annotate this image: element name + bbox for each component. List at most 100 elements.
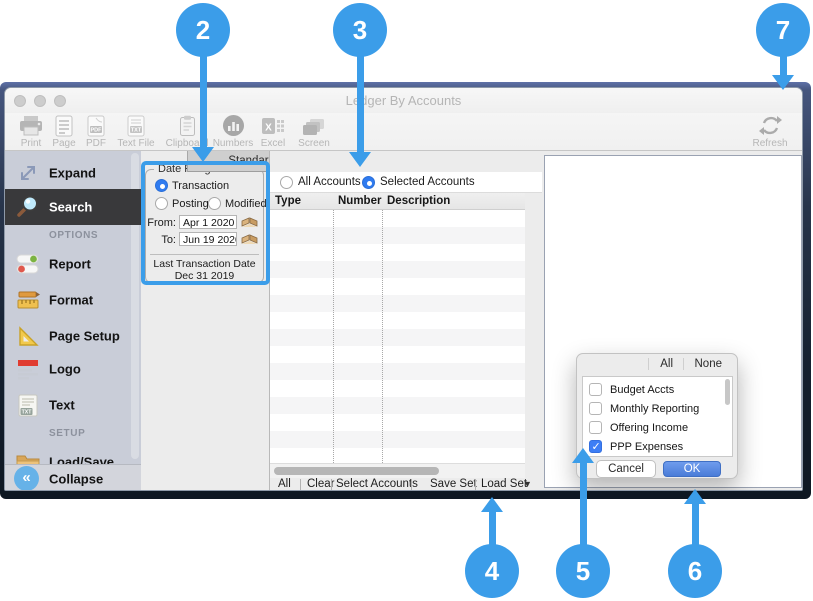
callout-4-arrow bbox=[481, 497, 503, 512]
svg-text:TXT: TXT bbox=[22, 409, 33, 415]
refresh-icon bbox=[757, 114, 784, 137]
table-scroll-gutter bbox=[525, 193, 543, 463]
highlight-box-date-range bbox=[141, 161, 270, 285]
print-icon bbox=[18, 114, 44, 137]
sidebar-item-page-setup[interactable]: Page Setup bbox=[5, 319, 141, 353]
callout-3-circle: 3 bbox=[333, 3, 387, 57]
radio-all-accounts[interactable] bbox=[280, 176, 293, 189]
list-item-budget-accts[interactable]: Budget Accts bbox=[589, 380, 674, 399]
select-accounts-button[interactable]: Select Accounts bbox=[336, 478, 418, 490]
callout-7-line bbox=[780, 55, 787, 76]
dialog-scrollbar-thumb[interactable] bbox=[725, 379, 730, 405]
window-title: Ledger By Accounts bbox=[5, 93, 802, 108]
sidebar-item-logo[interactable]: Logo bbox=[5, 352, 141, 386]
svg-text:X: X bbox=[265, 122, 272, 133]
ok-button[interactable]: OK bbox=[663, 461, 721, 477]
table-header: Type Number Description bbox=[270, 193, 525, 210]
column-type[interactable]: Type bbox=[275, 195, 301, 207]
screenshot: Ledger By Accounts Print Page PDF bbox=[0, 0, 813, 601]
sidebar-item-expand[interactable]: Expand bbox=[5, 156, 141, 190]
list-item-monthly-reporting[interactable]: Monthly Reporting bbox=[589, 399, 699, 418]
callout-6-circle: 6 bbox=[668, 544, 722, 598]
page-icon bbox=[55, 114, 73, 137]
callout-6-line bbox=[692, 503, 699, 546]
print-button[interactable]: Print bbox=[15, 114, 47, 150]
app-window: Ledger By Accounts Print Page PDF bbox=[4, 87, 803, 491]
column-description[interactable]: Description bbox=[387, 195, 450, 207]
collapse-icon: « bbox=[14, 466, 39, 491]
toolbar: Print Page PDF PDF TXT Text File bbox=[5, 113, 802, 151]
checkbox-budget-accts[interactable] bbox=[589, 383, 602, 396]
numbers-button[interactable]: Numbers bbox=[209, 114, 257, 150]
select-none-button[interactable]: None bbox=[683, 358, 734, 370]
text-file-button[interactable]: TXT Text File bbox=[113, 114, 159, 150]
column-divider bbox=[382, 210, 383, 463]
excel-button[interactable]: X Excel bbox=[255, 114, 291, 150]
callout-5-circle: 5 bbox=[556, 544, 610, 598]
callout-6-arrow bbox=[684, 489, 706, 504]
dialog-top-bar: All None bbox=[577, 354, 737, 376]
screen-icon bbox=[302, 114, 326, 137]
sidebar-item-report[interactable]: Report bbox=[5, 247, 141, 281]
load-set-button[interactable]: Load Set bbox=[481, 478, 527, 490]
callout-7-arrow bbox=[772, 75, 794, 90]
sidebar-item-search[interactable]: Search bbox=[5, 189, 141, 225]
callout-7-circle: 7 bbox=[756, 3, 810, 57]
excel-icon: X bbox=[261, 114, 285, 137]
callout-4-circle: 4 bbox=[465, 544, 519, 598]
sidebar-item-format[interactable]: Format bbox=[5, 283, 141, 317]
svg-text:TXT: TXT bbox=[131, 127, 142, 133]
callout-3-line bbox=[357, 55, 364, 153]
svg-text:PDF: PDF bbox=[91, 127, 103, 133]
list-item-offering-income[interactable]: Offering Income bbox=[589, 418, 688, 437]
list-item-ppp-expenses[interactable]: PPP Expenses bbox=[589, 437, 683, 456]
save-set-button[interactable]: Save Set bbox=[430, 478, 477, 490]
expand-icon bbox=[13, 156, 43, 190]
pdf-icon: PDF bbox=[87, 114, 105, 137]
account-checkbox-list: Budget Accts Monthly Reporting Offering … bbox=[582, 376, 733, 457]
callout-3-arrow bbox=[349, 152, 371, 167]
load-set-dropdown-arrow[interactable]: ▼ bbox=[523, 479, 532, 489]
desktop-wallpaper: Ledger By Accounts Print Page PDF bbox=[0, 82, 811, 499]
select-all-button[interactable]: All bbox=[648, 358, 684, 370]
collapse-bar[interactable]: « Collapse bbox=[5, 464, 141, 491]
radio-selected-accounts[interactable] bbox=[362, 176, 375, 189]
logo-icon bbox=[13, 352, 43, 386]
callout-2-circle: 2 bbox=[176, 3, 230, 57]
column-divider bbox=[333, 210, 334, 463]
report-icon bbox=[13, 247, 43, 281]
sidebar-section-options: OPTIONS bbox=[49, 230, 98, 241]
callout-2-arrow bbox=[192, 147, 214, 162]
accounts-table: All Accounts Selected Accounts Type Numb… bbox=[269, 151, 542, 491]
callout-5-line bbox=[580, 462, 587, 546]
sidebar-item-text[interactable]: TXT Text bbox=[5, 388, 141, 422]
sidebar-section-setup: SETUP bbox=[49, 428, 85, 439]
page-button[interactable]: Page bbox=[49, 114, 79, 150]
cancel-button[interactable]: Cancel bbox=[596, 460, 656, 478]
table-action-bar: All Clear Select Accounts Save Set Load … bbox=[270, 478, 543, 491]
account-filter-row: All Accounts Selected Accounts bbox=[270, 172, 543, 193]
table-body[interactable] bbox=[270, 210, 525, 463]
clipboard-icon bbox=[179, 114, 196, 137]
checkbox-offering-income[interactable] bbox=[589, 421, 602, 434]
pdf-button[interactable]: PDF PDF bbox=[81, 114, 111, 150]
checkbox-monthly-reporting[interactable] bbox=[589, 402, 602, 415]
callout-4-line bbox=[489, 511, 496, 546]
all-button[interactable]: All bbox=[278, 478, 291, 490]
page-setup-icon bbox=[13, 319, 43, 353]
text-file-icon: TXT bbox=[127, 114, 145, 137]
horizontal-scrollbar[interactable] bbox=[270, 463, 525, 478]
search-icon bbox=[13, 189, 43, 223]
numbers-icon bbox=[222, 114, 245, 137]
callout-5-arrow bbox=[572, 448, 594, 463]
screen-button[interactable]: Screen bbox=[293, 114, 335, 150]
format-icon bbox=[13, 283, 43, 317]
callout-2-line bbox=[200, 55, 207, 148]
scrollbar-thumb[interactable] bbox=[274, 467, 439, 475]
sidebar: Expand Search OPTIONS Report bbox=[5, 151, 141, 491]
title-bar: Ledger By Accounts bbox=[5, 88, 802, 113]
column-number[interactable]: Number bbox=[338, 195, 381, 207]
account-set-dialog: All None Budget Accts Monthly Reporting … bbox=[576, 353, 738, 479]
text-icon: TXT bbox=[13, 388, 43, 422]
refresh-button[interactable]: Refresh bbox=[746, 114, 794, 150]
